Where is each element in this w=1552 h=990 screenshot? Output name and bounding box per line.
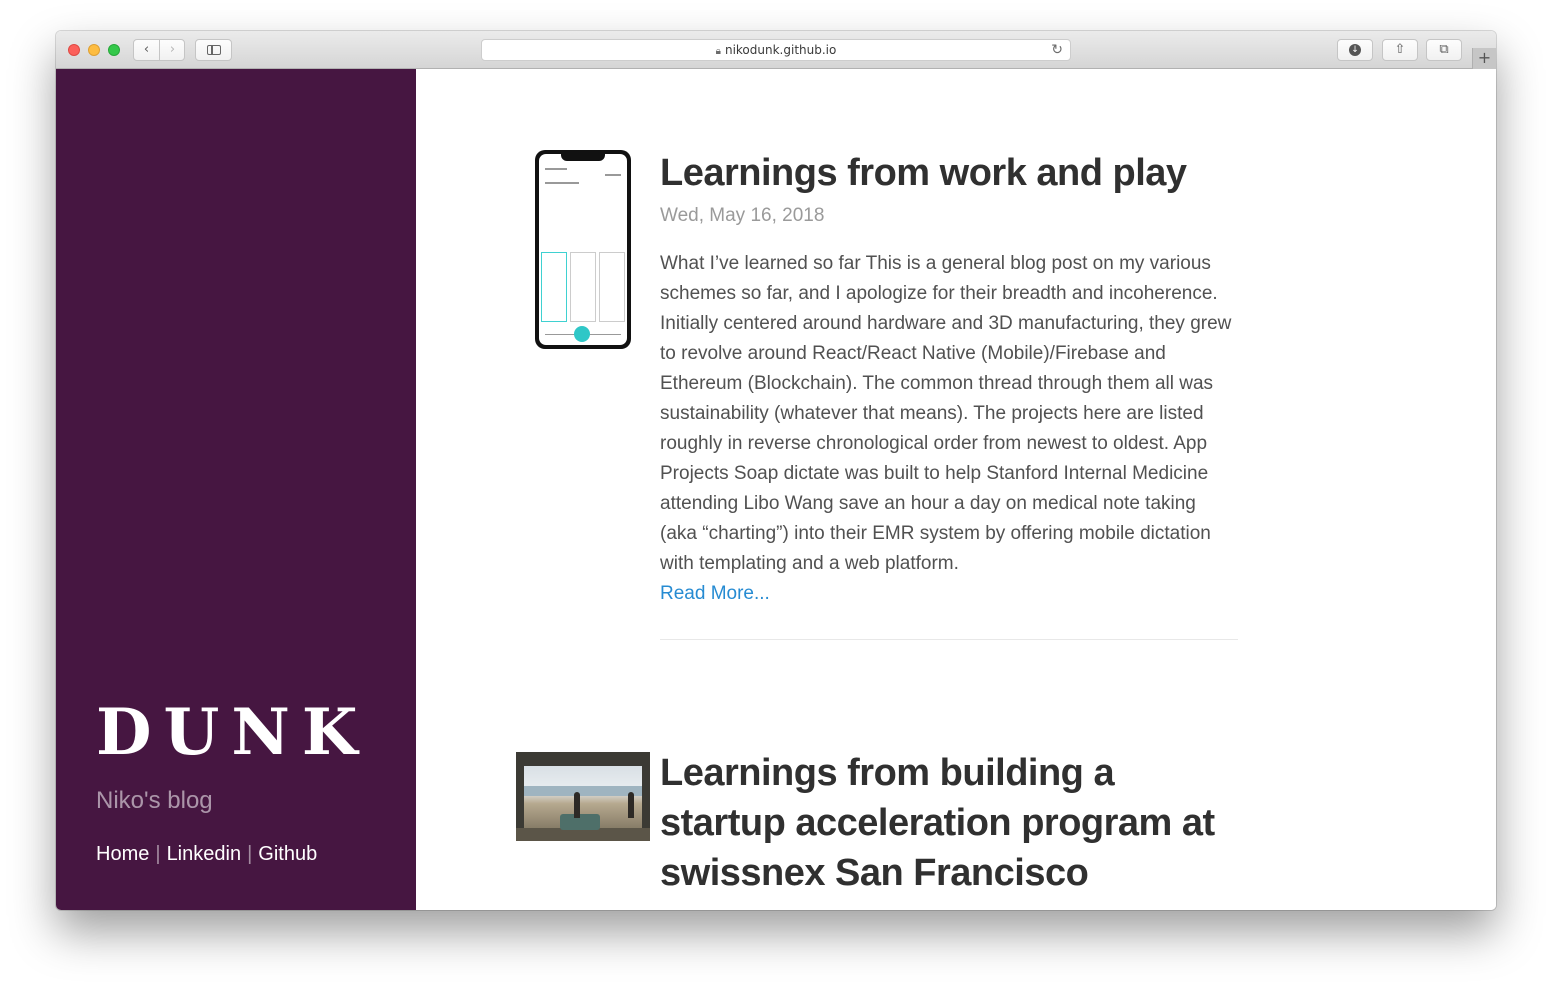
phone-column bbox=[541, 252, 567, 322]
close-window-button[interactable] bbox=[68, 44, 80, 56]
site-description: Niko's blog bbox=[96, 787, 213, 814]
post-title[interactable]: Learnings from work and play bbox=[660, 148, 1238, 198]
share-icon: ⇧ bbox=[1394, 42, 1406, 57]
chevron-right-icon: › bbox=[169, 42, 176, 57]
photo-ceiling bbox=[516, 752, 650, 766]
site-title[interactable]: DUNK bbox=[96, 695, 369, 771]
browser-window: ‹ › 🔒︎ nikodunk.github.io ↻ ↓ ⇧ ⧉ + DUNK … bbox=[56, 31, 1496, 910]
phone-text-line bbox=[545, 168, 567, 170]
phone-column bbox=[599, 252, 625, 322]
url-text: nikodunk.github.io bbox=[724, 43, 837, 57]
show-sidebar-button[interactable] bbox=[195, 39, 232, 61]
nav-link-github[interactable]: Github bbox=[258, 843, 317, 865]
tabs-icon: ⧉ bbox=[1439, 42, 1449, 57]
chevron-left-icon: ‹ bbox=[143, 42, 150, 57]
post-excerpt: What I’ve learned so far This is a gener… bbox=[660, 253, 1232, 574]
address-bar[interactable]: 🔒︎ nikodunk.github.io ↻ bbox=[481, 39, 1071, 61]
post-card: Learnings from work and play Wed, May 16… bbox=[660, 148, 1238, 648]
phone-notch bbox=[561, 154, 605, 161]
post-thumbnail-photo[interactable] bbox=[516, 752, 650, 841]
post-divider bbox=[660, 639, 1238, 640]
phone-column bbox=[570, 252, 596, 322]
photo-person bbox=[628, 792, 634, 818]
plus-icon: + bbox=[1477, 48, 1492, 67]
sidebar-nav: Home | Linkedin | Github bbox=[96, 840, 317, 868]
downloads-button[interactable]: ↓ bbox=[1337, 39, 1373, 61]
nav-link-linkedin[interactable]: Linkedin bbox=[167, 843, 242, 865]
minimize-window-button[interactable] bbox=[88, 44, 100, 56]
nav-link-home[interactable]: Home bbox=[96, 843, 149, 865]
lock-icon: 🔒︎ bbox=[715, 46, 721, 57]
phone-screen bbox=[539, 154, 627, 345]
history-nav: ‹ › bbox=[133, 39, 185, 61]
post-thumbnail-phone-app[interactable] bbox=[535, 150, 631, 349]
share-button[interactable]: ⇧ bbox=[1382, 39, 1418, 61]
phone-text-line bbox=[605, 174, 621, 176]
post-card: Learnings from building a startup accele… bbox=[660, 748, 1238, 898]
zoom-window-button[interactable] bbox=[108, 44, 120, 56]
reload-icon[interactable]: ↻ bbox=[1051, 40, 1063, 60]
microphone-icon bbox=[574, 326, 590, 342]
show-tabs-button[interactable]: ⧉ bbox=[1426, 39, 1462, 61]
download-icon: ↓ bbox=[1349, 43, 1361, 56]
blog-sidebar: DUNK Niko's blog Home | Linkedin | Github bbox=[56, 69, 416, 910]
main-content: Learnings from work and play Wed, May 16… bbox=[416, 69, 1496, 910]
post-date: Wed, May 16, 2018 bbox=[660, 205, 825, 226]
photo-water bbox=[524, 786, 642, 796]
nav-separator: | bbox=[155, 843, 161, 865]
forward-button[interactable]: › bbox=[160, 40, 185, 60]
photo-couch bbox=[560, 814, 600, 830]
nav-separator: | bbox=[247, 843, 253, 865]
sidebar-icon bbox=[207, 45, 221, 55]
new-tab-button[interactable]: + bbox=[1472, 48, 1496, 69]
phone-text-line bbox=[545, 182, 579, 184]
read-more-link[interactable]: Read More... bbox=[660, 579, 1238, 609]
browser-toolbar: ‹ › 🔒︎ nikodunk.github.io ↻ ↓ ⇧ ⧉ + bbox=[56, 31, 1496, 69]
post-title[interactable]: Learnings from building a startup accele… bbox=[660, 748, 1238, 898]
back-button[interactable]: ‹ bbox=[134, 40, 160, 60]
photo-person bbox=[574, 792, 580, 818]
